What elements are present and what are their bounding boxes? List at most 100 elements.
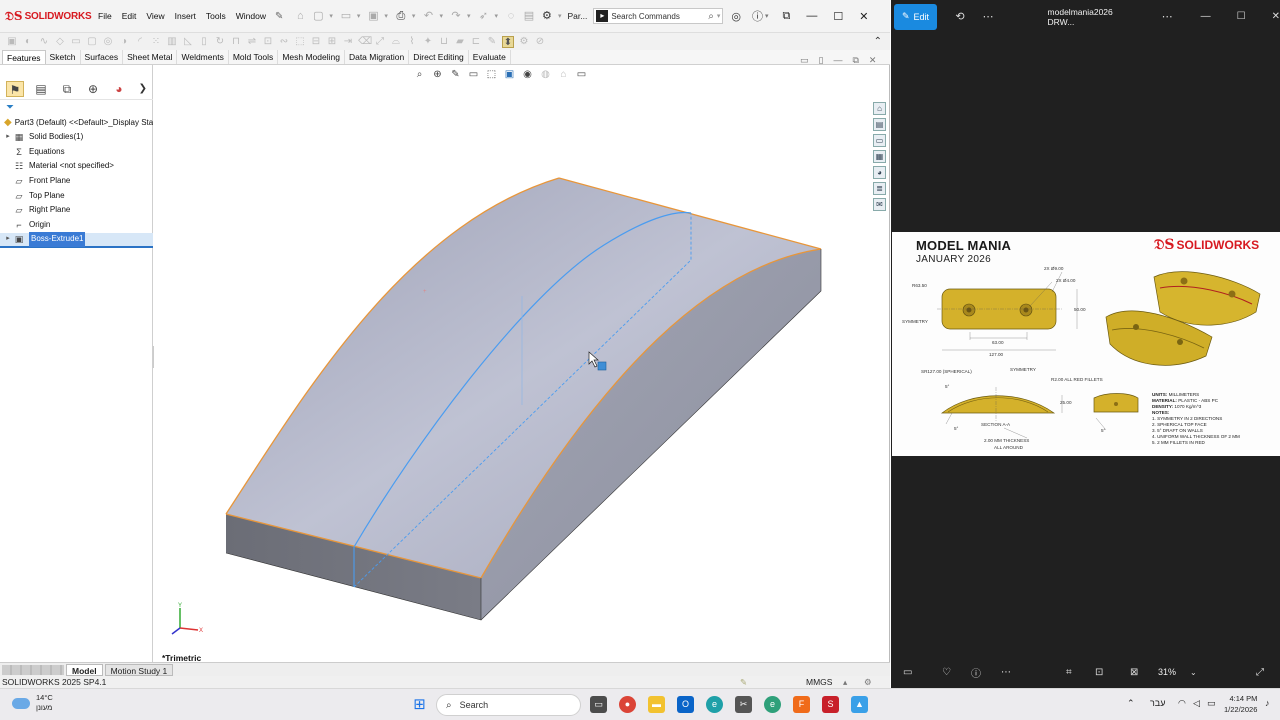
hole-wizard-icon[interactable]: ◎ (102, 36, 114, 48)
tab-data-migration[interactable]: Data Migration (345, 50, 410, 64)
options-gear-icon[interactable]: ⚙ (540, 9, 554, 23)
open-dropdown-icon[interactable]: ▾ (357, 12, 361, 20)
indent-icon[interactable]: ⊔ (438, 36, 450, 48)
tree-item-solid-bodies[interactable]: ▸ ▦ Solid Bodies(1) (0, 130, 153, 145)
status-options-icon[interactable]: ⚙ (864, 677, 872, 688)
thicken-icon[interactable]: ▰ (454, 36, 466, 48)
volume-icon[interactable]: ◁ (1193, 698, 1200, 709)
snipping-icon[interactable]: ✂ (735, 696, 752, 713)
boundary-icon[interactable]: ▭ (70, 36, 82, 48)
hide-show-icon[interactable]: ◉ (521, 68, 534, 81)
expand-arrow-icon[interactable]: ▸ (3, 232, 13, 247)
wrap-icon[interactable]: ↻ (214, 36, 226, 48)
tab-sketch[interactable]: Sketch (46, 50, 81, 64)
fit-window-icon[interactable]: ⌗ (1066, 667, 1072, 678)
fusion-icon[interactable]: F (793, 696, 810, 713)
pattern-icon[interactable]: ⁙ (150, 36, 162, 48)
zoom-area-icon[interactable]: ⊕ (431, 68, 444, 81)
search-dropdown-icon[interactable]: ▾ (717, 12, 721, 20)
help-icon[interactable]: ⓘ (752, 8, 763, 24)
previous-view-icon[interactable]: ✎ (449, 68, 462, 81)
solidworks-taskbar-icon[interactable]: S (822, 696, 839, 713)
chrome-icon[interactable]: ● (619, 696, 636, 713)
reference-geometry-icon[interactable]: ⊡ (262, 36, 274, 48)
loft-icon[interactable]: ◇ (54, 36, 66, 48)
taskbar-search[interactable]: ⌕ Search (436, 694, 581, 716)
sketch-tool-icon[interactable]: ✎ (486, 36, 498, 48)
undo-icon[interactable]: ↶ (421, 9, 435, 23)
rapid-sketch-icon[interactable]: ⚙ (518, 36, 530, 48)
view-palette-icon[interactable]: ▦ (873, 150, 886, 163)
part-model[interactable]: + (154, 65, 889, 662)
menu-edit[interactable]: Edit (117, 11, 142, 21)
photos-minimize-icon[interactable]: — (1201, 11, 1211, 22)
info-icon[interactable]: ⓘ (971, 665, 981, 680)
doc-maximize-icon[interactable]: ⧉ (852, 55, 858, 66)
tree-item-boss-extrude1[interactable]: ▸ ▣ Boss-Extrude1 (0, 231, 153, 248)
doc-minimize-icon[interactable]: — (833, 55, 842, 66)
search-icon[interactable]: ⌕ (708, 11, 714, 22)
shell-icon[interactable]: ▯ (198, 36, 210, 48)
intersect-icon[interactable]: ⊓ (230, 36, 242, 48)
split-icon[interactable]: ⊟ (310, 36, 322, 48)
collapse-toolbar-icon[interactable]: ⌃ (874, 36, 882, 47)
rebuild-status-icon[interactable]: ✎ (740, 677, 747, 688)
zoom-level[interactable]: 31% (1158, 667, 1176, 677)
battery-icon[interactable]: ▭ (1207, 698, 1216, 709)
edge-icon[interactable]: e (706, 696, 723, 713)
cavity-icon[interactable]: ⊏ (470, 36, 482, 48)
tab-scroll-controls[interactable] (2, 664, 64, 675)
dimxpert-icon[interactable]: ⊕ (84, 81, 102, 97)
wifi-icon[interactable]: ◠ (1178, 698, 1186, 709)
rib-icon[interactable]: ▥ (166, 36, 178, 48)
expand-arrow-icon[interactable]: ▸ (3, 130, 13, 145)
tab-direct-editing[interactable]: Direct Editing (409, 50, 469, 64)
tree-root-part[interactable]: ◆ Part3 (Default) <<Default>_Display Sta (0, 116, 153, 130)
new-dropdown-icon[interactable]: ▾ (329, 12, 333, 20)
system-clock[interactable]: 4:14 PM 1/22/2026 (1224, 693, 1257, 715)
tray-overflow-icon[interactable]: ⌃ (1127, 698, 1135, 709)
move-face-icon[interactable]: ⇥ (342, 36, 354, 48)
tree-item-material[interactable]: ☷ Material <not specified> (0, 159, 153, 174)
delete-face-icon[interactable]: ⌫ (358, 36, 372, 48)
sweep-icon[interactable]: ∿ (38, 36, 50, 48)
redo-dropdown-icon[interactable]: ▾ (467, 12, 471, 20)
search-scope-icon[interactable]: ▸ (596, 10, 609, 22)
tree-item-top-plane[interactable]: ▱ Top Plane (0, 189, 153, 204)
tab-model[interactable]: Model (66, 663, 103, 676)
title-more-icon[interactable]: ⋯ (1162, 10, 1173, 23)
maximize-icon[interactable]: ☐ (833, 10, 843, 23)
rebuild-icon[interactable]: ◌ (504, 9, 518, 23)
configuration-manager-icon[interactable]: ⧉ (58, 81, 76, 97)
save-icon[interactable]: ▣ (366, 9, 380, 23)
extra-tool-icon[interactable]: ⊘ (534, 36, 546, 48)
draft-icon[interactable]: ◺ (182, 36, 194, 48)
close-icon[interactable]: ✕ (859, 10, 868, 23)
actual-size-icon[interactable]: ⊡ (1095, 667, 1103, 678)
rotate-icon[interactable]: ⟲ (955, 10, 964, 23)
user-account-icon[interactable]: ◎ (731, 10, 741, 23)
outlook-icon[interactable]: O (677, 696, 694, 713)
more-tabs-icon[interactable]: ❯ (139, 83, 147, 94)
photos-close-icon[interactable]: ✕ (1272, 11, 1280, 22)
curves-icon[interactable]: ∾ (278, 36, 290, 48)
tab-weldments[interactable]: Weldments (177, 50, 229, 64)
filter-icon[interactable]: ⏷ (6, 102, 14, 113)
zoom-fit-icon[interactable]: ⊠ (1130, 667, 1138, 678)
tab-mold-tools[interactable]: Mold Tools (229, 50, 279, 64)
tab-sheet-metal[interactable]: Sheet Metal (123, 50, 178, 64)
extrude-cut-icon[interactable]: ▢ (86, 36, 98, 48)
unit-system[interactable]: MMGS (806, 677, 832, 687)
help-dropdown-icon[interactable]: ▾ (765, 12, 769, 20)
notifications-bell-icon[interactable]: ♪ (1265, 698, 1270, 708)
tab-evaluate[interactable]: Evaluate (469, 50, 511, 64)
language-indicator[interactable]: עבר (1150, 698, 1165, 708)
scale-icon[interactable]: ⤢ (374, 36, 386, 48)
photos-maximize-icon[interactable]: ☐ (1237, 11, 1246, 22)
file-explorer-icon[interactable]: ▭ (873, 134, 886, 147)
tab-motion-study-1[interactable]: Motion Study 1 (104, 663, 174, 676)
menu-tools[interactable]: Tools (201, 11, 231, 21)
appearances-icon[interactable]: ◕ (873, 166, 886, 179)
instant3d-active-icon[interactable]: ⬍ (502, 35, 514, 48)
print-dropdown-icon[interactable]: ▾ (412, 12, 416, 20)
